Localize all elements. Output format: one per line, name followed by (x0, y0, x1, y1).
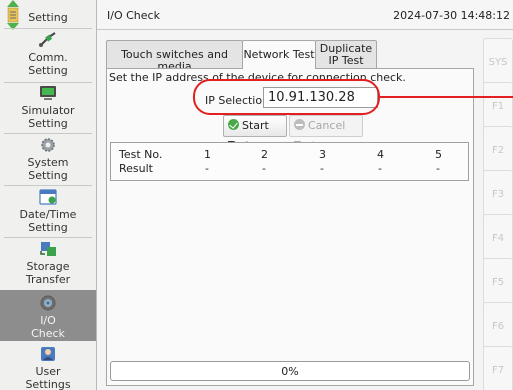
sidebar: Setting Comm. Setting Simulator Setting (0, 0, 97, 390)
sidebar-item-label: Date/Time Setting (19, 208, 77, 234)
tab-label: Network Test (243, 48, 315, 61)
page-title: I/O Check (107, 9, 160, 22)
results-table: Test No. Result 1 2 3 4 5 - - - - - (110, 142, 469, 181)
test-result: - (436, 162, 440, 175)
scroll-indicator-icon[interactable] (6, 0, 20, 30)
start-test-button[interactable]: Start Test (223, 115, 287, 152)
f6-key-button: F6 (483, 302, 513, 352)
sidebar-item-user-settings[interactable]: User Settings (0, 343, 96, 390)
header-bar: I/O Check 2024-07-30 14:48:12 (97, 0, 513, 30)
cancel-test-button: Cancel Test (289, 115, 363, 152)
sidebar-item-label: Simulator Setting (21, 104, 75, 130)
transfer-icon (40, 242, 56, 256)
test-number: 5 (435, 148, 442, 161)
progress-bar: 0% (110, 361, 470, 381)
calendar-clock-icon (39, 189, 57, 205)
sidebar-item-comm-setting[interactable]: Comm. Setting (0, 31, 96, 81)
test-result: - (262, 162, 266, 175)
tab-duplicate-ip-test[interactable]: Duplicate IP Test (315, 40, 377, 68)
monitor-icon (40, 86, 56, 100)
test-number: 1 (204, 148, 211, 161)
test-result: - (378, 162, 382, 175)
gear-icon (41, 138, 55, 152)
callout-highlight-ring (193, 79, 380, 115)
f7-key-button: F7 (483, 346, 513, 390)
network-test-panel: Set the IP address of the device for con… (106, 68, 474, 386)
f3-key-button: F3 (483, 170, 513, 220)
test-result: - (320, 162, 324, 175)
sidebar-item-datetime-setting[interactable]: Date/Time Setting (0, 188, 96, 236)
tab-touch-switches-and-media[interactable]: Touch switches and media (106, 40, 243, 73)
network-plug-icon (39, 32, 56, 47)
test-number: 2 (261, 148, 268, 161)
f5-key-button: F5 (483, 258, 513, 308)
f2-key-button: F2 (483, 126, 513, 176)
progress-text: 0% (281, 365, 299, 378)
datetime-display: 2024-07-30 14:48:12 (393, 9, 510, 22)
tab-label: Duplicate IP Test (319, 42, 373, 67)
test-number: 3 (319, 148, 326, 161)
function-key-column: SYS F1 F2 F3 F4 F5 F6 F7 (478, 30, 513, 390)
f4-key-button: F4 (483, 214, 513, 264)
user-icon (41, 347, 55, 361)
cancel-icon (294, 119, 305, 130)
sys-key-button: SYS (483, 38, 513, 88)
check-icon (228, 119, 239, 130)
test-number: 4 (377, 148, 384, 161)
row-header-result: Result (119, 162, 153, 175)
io-check-icon (40, 295, 56, 311)
sidebar-item-label: System Setting (27, 156, 69, 182)
f1-key-button: F1 (483, 82, 513, 132)
sidebar-item-label: I/O Check (31, 314, 65, 340)
sidebar-item-label: Comm. Setting (28, 51, 68, 77)
sidebar-item-system-setting[interactable]: System Setting (0, 136, 96, 184)
sidebar-item-simulator-setting[interactable]: Simulator Setting (0, 84, 96, 132)
tab-network-test[interactable]: Network Test (242, 40, 316, 69)
test-result: - (205, 162, 209, 175)
callout-leader-line (380, 96, 513, 98)
row-header-test-no: Test No. (119, 148, 163, 161)
sidebar-item-label: User Settings (25, 365, 71, 390)
sidebar-item-storage-transfer[interactable]: Storage Transfer (0, 240, 96, 288)
sidebar-item-label: Storage Transfer (25, 260, 71, 286)
sidebar-item-io-check[interactable]: I/O Check (0, 290, 96, 341)
